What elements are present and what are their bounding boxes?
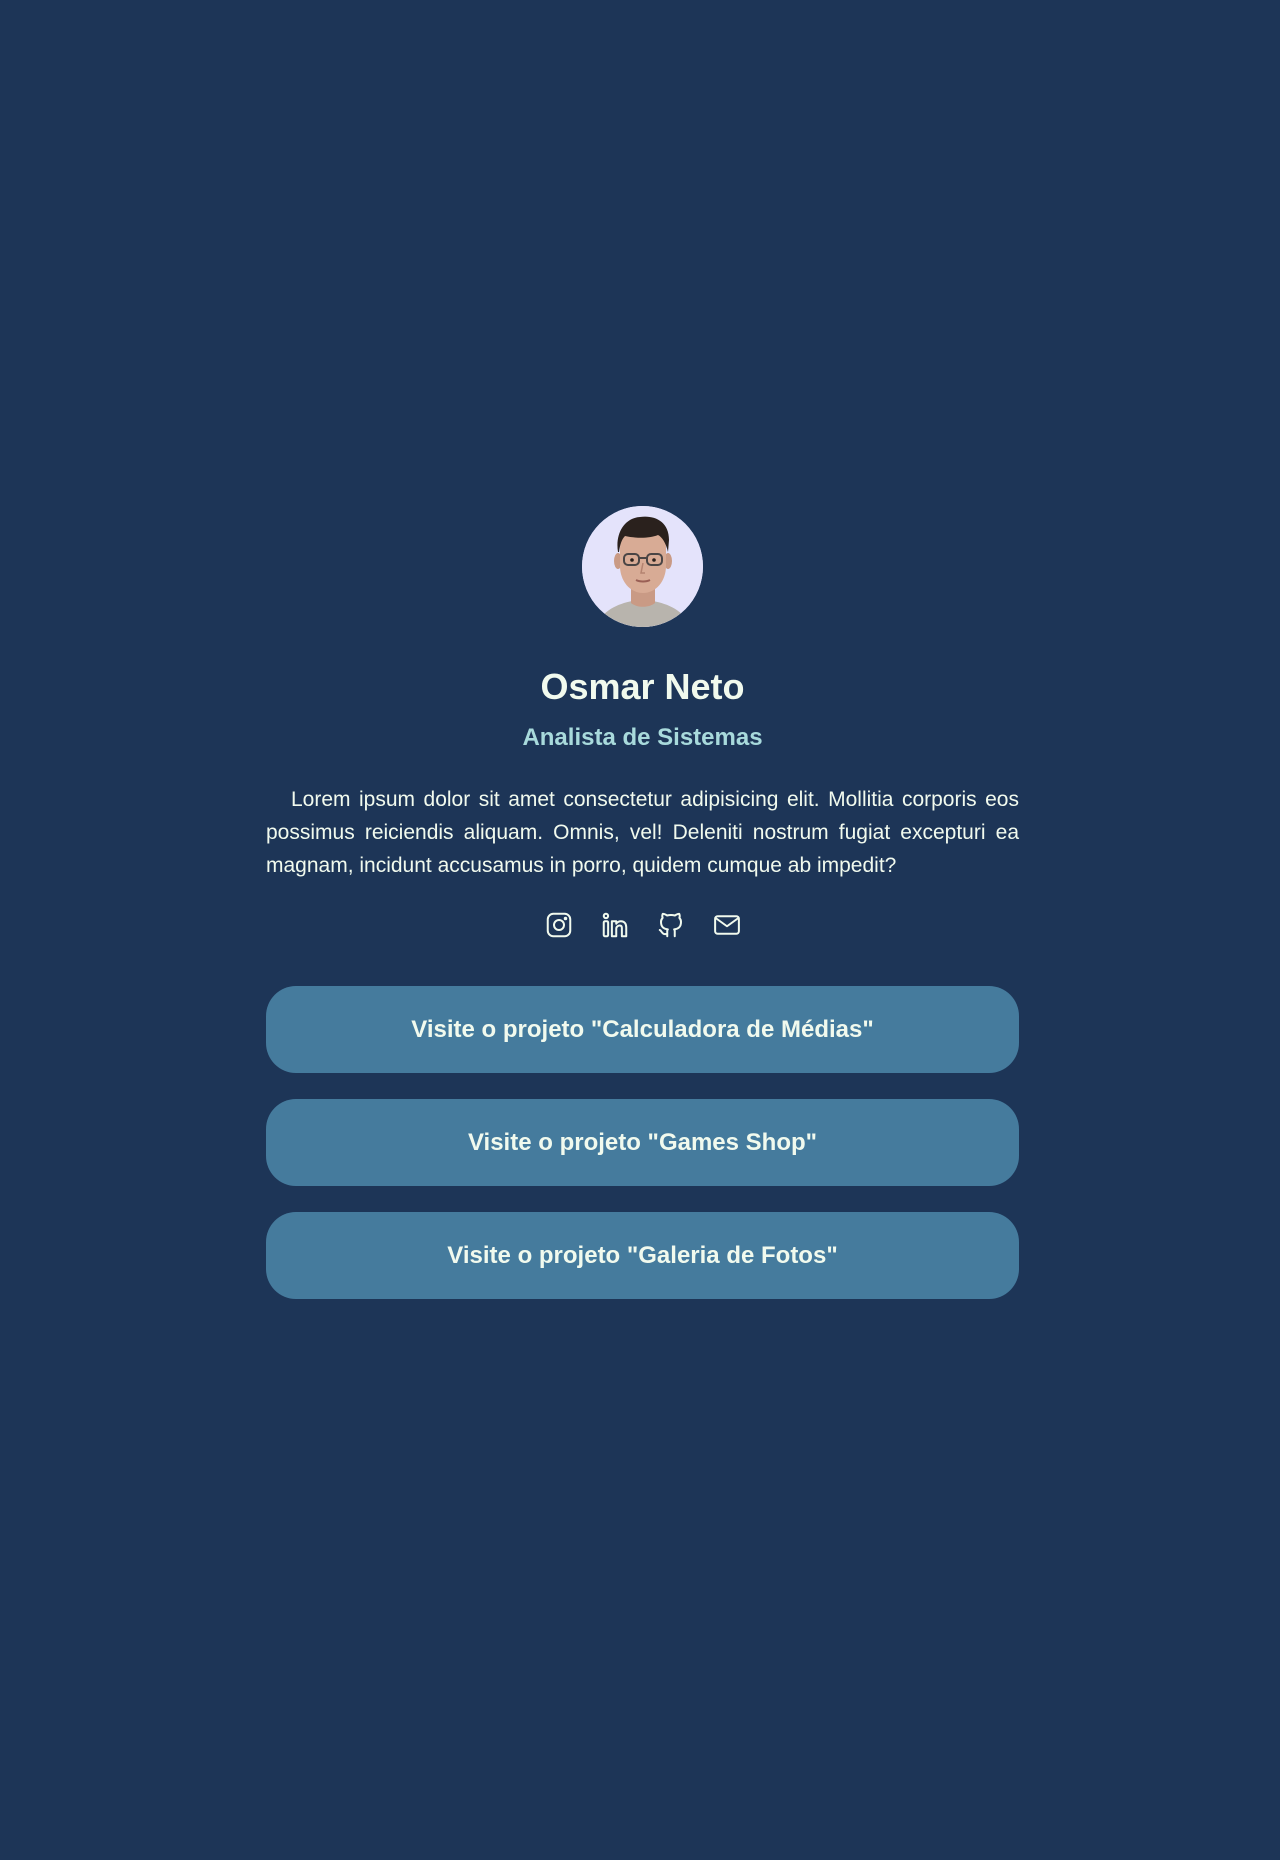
project-links: Visite o projeto "Calculadora de Médias"… [266, 986, 1019, 1299]
social-links [544, 910, 742, 940]
github-link[interactable] [656, 910, 686, 940]
linkedin-icon [602, 912, 627, 938]
instagram-link[interactable] [544, 910, 574, 940]
profile-role: Analista de Sistemas [522, 724, 763, 751]
avatar-portrait [582, 506, 703, 627]
linkedin-link[interactable] [600, 910, 630, 940]
profile-card: Osmar Neto Analista de Sistemas Lorem ip… [266, 506, 1019, 1299]
project-link-galeria[interactable]: Visite o projeto "Galeria de Fotos" [266, 1212, 1019, 1299]
avatar [582, 506, 703, 627]
email-link[interactable] [712, 910, 742, 940]
project-link-games-shop[interactable]: Visite o projeto "Games Shop" [266, 1099, 1019, 1186]
project-link-calculadora[interactable]: Visite o projeto "Calculadora de Médias" [266, 986, 1019, 1073]
profile-bio: Lorem ipsum dolor sit amet consectetur a… [266, 788, 1019, 877]
github-icon [658, 912, 682, 938]
instagram-icon [546, 912, 571, 938]
profile-name: Osmar Neto [540, 666, 745, 707]
mail-icon [713, 915, 740, 935]
